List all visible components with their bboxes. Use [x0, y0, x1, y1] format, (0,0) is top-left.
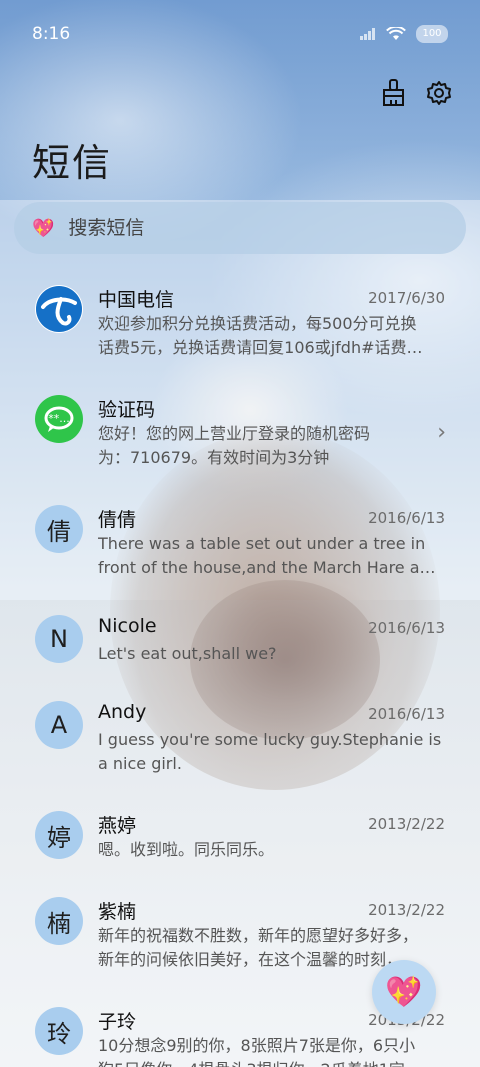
telecom-logo-icon	[36, 286, 82, 332]
conversation-preview-line1: Let's eat out,shall we?	[98, 644, 277, 663]
battery-indicator: 100	[416, 25, 448, 43]
conversation-date: 2013/2/22	[368, 815, 445, 833]
conversation-item[interactable]: A Andy 2016/6/13 I guess you're some luc…	[0, 686, 480, 796]
conversation-item[interactable]: N Nicole 2016/6/13 Let's eat out,shall w…	[0, 600, 480, 686]
conversation-item[interactable]: **... 验证码 您好！您的网上营业厅登录的随机密码 为：710679。有效时…	[0, 380, 480, 490]
conversation-preview-line1: 新年的祝福数不胜数，新年的愿望好多好多，	[98, 926, 419, 945]
avatar: 楠	[35, 897, 83, 945]
conversation-name: 倩倩	[98, 509, 137, 531]
conversation-preview-line1: 欢迎参加积分兑换话费活动，每500分可兑换	[98, 314, 417, 333]
message-bubble-icon: **...	[44, 406, 74, 432]
status-bar: 8:16 100	[0, 0, 480, 68]
avatar	[35, 285, 83, 333]
conversation-date: 2013/2/22	[368, 901, 445, 919]
clean-button[interactable]	[378, 78, 408, 108]
sparkling-heart-icon: 💖	[32, 217, 55, 239]
conversation-name: 中国电信	[98, 289, 175, 311]
chevron-right-icon: ›	[437, 420, 446, 445]
status-icons: 100	[360, 25, 448, 43]
conversation-date: 2016/6/13	[368, 509, 445, 527]
conversation-preview-line2: 为：710679。有效时间为3分钟	[98, 448, 330, 467]
conversation-preview-line2: a nice girl.	[98, 754, 182, 773]
settings-button[interactable]	[424, 78, 454, 108]
conversation-preview-line1: 您好！您的网上营业厅登录的随机密码	[98, 424, 371, 443]
conversation-preview-line1: 嗯。收到啦。同乐同乐。	[98, 840, 275, 859]
conversation-list: 中国电信 2017/6/30 欢迎参加积分兑换话费活动，每500分可兑换 话费5…	[0, 270, 480, 1067]
new-message-button[interactable]: 💖	[372, 960, 436, 1024]
conversation-item[interactable]: 倩 倩倩 2016/6/13 There was a table set out…	[0, 490, 480, 600]
avatar: 倩	[35, 505, 83, 553]
conversation-preview-line2: 狗5只像你，4根骨头3根归你，2爪着地1定	[98, 1057, 444, 1067]
conversation-item[interactable]: 婷 燕婷 2013/2/22 嗯。收到啦。同乐同乐。	[0, 796, 480, 882]
avatar: 玲	[35, 1007, 83, 1055]
header-toolbar	[378, 78, 454, 108]
conversation-name: 燕婷	[98, 815, 137, 837]
settings-gear-icon	[427, 81, 451, 105]
conversation-name: 紫楠	[98, 901, 137, 923]
conversation-preview-line1: There was a table set out under a tree i…	[98, 534, 426, 553]
avatar: N	[35, 615, 83, 663]
svg-text:**...: **...	[48, 412, 70, 425]
avatar: **...	[35, 395, 83, 443]
search-bar[interactable]: 💖	[14, 202, 466, 254]
conversation-preview-line2: 话费5元，兑换话费请回复106或jfdh#话费…	[98, 338, 423, 357]
wifi-icon	[386, 27, 406, 40]
conversation-name: 子玲	[98, 1011, 137, 1033]
broom-icon	[383, 79, 404, 106]
avatar: A	[35, 701, 83, 749]
conversation-date: 2016/6/13	[368, 619, 445, 637]
sparkling-heart-icon: 💖	[385, 974, 423, 1010]
signal-icon	[360, 28, 375, 40]
conversation-name: Andy	[98, 701, 147, 723]
conversation-preview-line1: I guess you're some lucky guy.Stephanie …	[98, 730, 442, 749]
conversation-preview-line1: 10分想念9别的你，8张照片7张是你，6只小	[98, 1036, 416, 1055]
conversation-date: 2016/6/13	[368, 705, 445, 723]
avatar: 婷	[35, 811, 83, 859]
conversation-item[interactable]: 中国电信 2017/6/30 欢迎参加积分兑换话费活动，每500分可兑换 话费5…	[0, 270, 480, 380]
search-input[interactable]	[68, 217, 429, 239]
conversation-name: 验证码	[98, 399, 156, 421]
conversation-date: 2017/6/30	[368, 289, 445, 307]
page-title: 短信	[32, 141, 113, 185]
status-time: 8:16	[32, 24, 71, 44]
conversation-preview-line2: front of the house,and the March Hare an…	[98, 558, 444, 577]
conversation-name: Nicole	[98, 615, 157, 637]
